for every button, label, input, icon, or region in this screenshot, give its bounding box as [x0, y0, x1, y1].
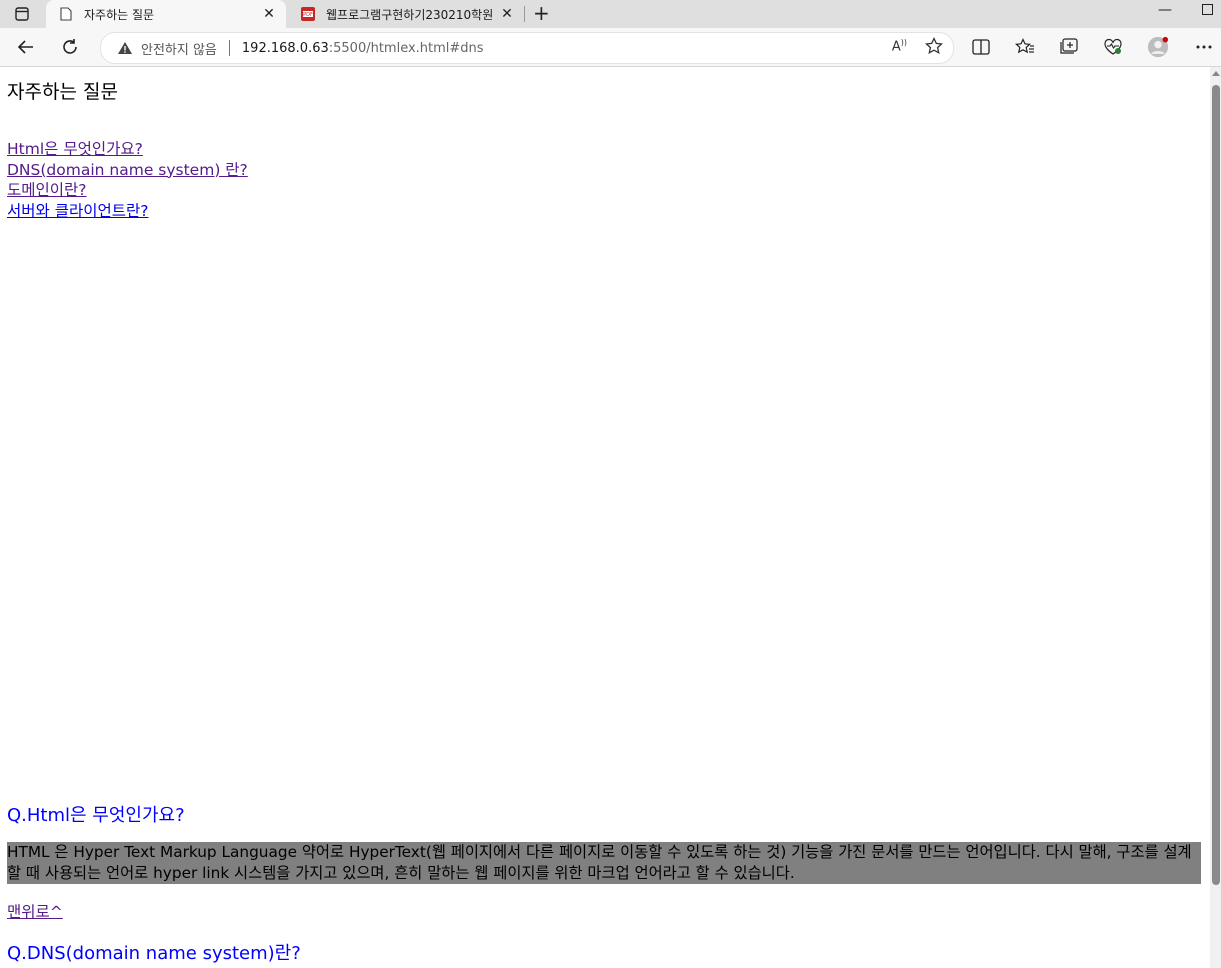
tab-strip: 자주하는 질문 ✕ PDF 웹프로그램구현하기230210학원 ✕ + —: [0, 0, 1221, 28]
read-aloud-icon[interactable]: A)): [892, 38, 907, 54]
page-title: 자주하는 질문: [7, 81, 118, 103]
vertical-scrollbar[interactable]: [1210, 67, 1221, 968]
toc-link-server-client[interactable]: 서버와 클라이언트란?: [7, 201, 248, 222]
security-label[interactable]: 안전하지 않음: [141, 39, 217, 58]
tab-actions-icon: [15, 7, 29, 21]
tab-actions-button[interactable]: [8, 4, 36, 24]
collections-icon[interactable]: [1058, 36, 1080, 58]
tab-title: 자주하는 질문: [84, 7, 155, 22]
favorites-icon[interactable]: [1014, 36, 1036, 58]
toc-link-domain[interactable]: 도메인이란?: [7, 180, 248, 201]
tab-inactive[interactable]: PDF 웹프로그램구현하기230210학원 ✕: [288, 0, 524, 28]
svg-text:PDF: PDF: [303, 12, 313, 18]
url-path: :5500/htmlex.html#dns: [328, 40, 484, 56]
page-content: 자주하는 질문 Html은 무엇인가요? DNS(domain name sys…: [0, 67, 1210, 968]
page-icon: [58, 6, 74, 22]
question-html-heading: Q.Html은 무엇인가요?: [7, 805, 185, 826]
browser-essentials-icon[interactable]: [1102, 36, 1124, 58]
refresh-button[interactable]: [56, 34, 84, 60]
faq-table-of-contents: Html은 무엇인가요? DNS(domain name system) 란? …: [7, 139, 248, 221]
browser-toolbar: 안전하지 않음 192.168.0.63:5500/htmlex.html#dn…: [0, 28, 1221, 67]
pdf-icon: PDF: [300, 6, 316, 22]
minimize-button[interactable]: —: [1158, 2, 1172, 18]
restore-button[interactable]: [1202, 4, 1213, 15]
answer-html: HTML 은 Hyper Text Markup Language 약어로 Hy…: [7, 842, 1201, 884]
back-to-top-link[interactable]: 맨위로^: [7, 900, 63, 922]
tab-separator: [524, 6, 525, 22]
tab-active[interactable]: 자주하는 질문 ✕: [46, 0, 286, 28]
profile-avatar[interactable]: [1147, 36, 1169, 58]
scrollbar-thumb[interactable]: [1212, 85, 1220, 885]
url-text[interactable]: 192.168.0.63:5500/htmlex.html#dns: [242, 41, 484, 56]
split-screen-icon[interactable]: [970, 36, 992, 58]
question-dns-heading: Q.DNS(domain name system)란?: [7, 943, 301, 964]
address-actions: A)): [892, 37, 943, 55]
close-tab-icon[interactable]: ✕: [498, 6, 516, 22]
toc-link-html[interactable]: Html은 무엇인가요?: [7, 139, 248, 160]
refresh-icon: [63, 39, 77, 54]
address-bar[interactable]: 안전하지 않음 192.168.0.63:5500/htmlex.html#dn…: [100, 32, 954, 64]
close-tab-icon[interactable]: ✕: [260, 6, 278, 22]
warning-icon[interactable]: [117, 40, 133, 56]
back-arrow-icon: [17, 40, 33, 54]
favorite-star-icon[interactable]: [925, 37, 943, 55]
more-menu-icon[interactable]: [1193, 36, 1215, 58]
scroll-up-arrow-icon[interactable]: [1212, 71, 1220, 76]
address-separator: [228, 40, 230, 56]
back-button[interactable]: [12, 34, 40, 60]
tab-title: 웹프로그램구현하기230210학원: [326, 7, 494, 22]
toc-link-dns[interactable]: DNS(domain name system) 란?: [7, 160, 248, 181]
new-tab-button[interactable]: +: [533, 3, 550, 23]
url-host: 192.168.0.63: [241, 40, 329, 56]
